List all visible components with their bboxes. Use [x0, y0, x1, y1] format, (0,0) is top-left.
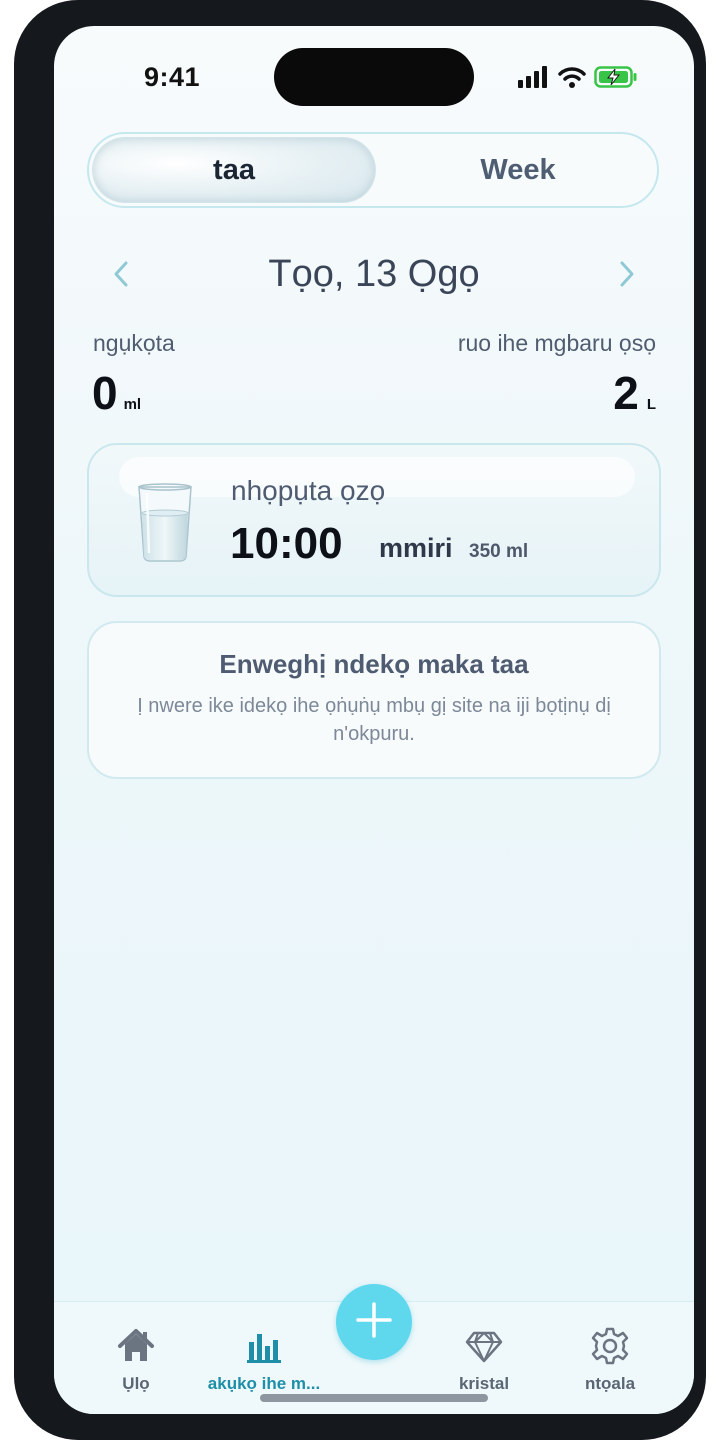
app-screen: 9:41 taa Week Tọọ, 13 Ọgọ ngụkọta ruo ih… [54, 26, 694, 1414]
gear-icon [590, 1326, 630, 1366]
goal-value: 2 L [613, 366, 656, 420]
home-indicator[interactable] [260, 1394, 488, 1402]
total-label: ngụkọta [93, 330, 175, 356]
status-time: 9:41 [144, 62, 201, 92]
empty-state-body: Ị nwere ike idekọ ihe ọṅụṅụ mbụ gị site … [137, 695, 611, 745]
plus-icon [354, 1300, 394, 1345]
empty-state-card: Enweghị ndekọ maka taa Ị nwere ike idekọ… [87, 621, 661, 779]
status-icons [518, 66, 638, 93]
wifi-icon [558, 66, 586, 93]
chevron-right-icon[interactable] [607, 254, 647, 294]
goal-number: 2 [613, 367, 639, 419]
next-drink-amount: 350 ml [469, 541, 529, 562]
bar-chart-icon [244, 1326, 284, 1366]
phone-frame: 9:41 taa Week Tọọ, 13 Ọgọ ngụkọta ruo ih… [14, 0, 706, 1440]
total-unit: ml [123, 396, 142, 413]
tab-home[interactable]: Ụlọ [76, 1326, 196, 1394]
empty-state-title: Enweghị ndekọ maka taa [219, 649, 529, 679]
segment-today[interactable]: taa [93, 138, 375, 202]
tab-settings-label: ntọala [584, 1374, 636, 1393]
water-glass-icon [133, 483, 197, 563]
date-title: Tọọ, 13 Ọgọ [268, 253, 480, 295]
date-navigation: Tọọ, 13 Ọgọ [87, 246, 661, 302]
total-value: 0 ml [92, 366, 141, 420]
tab-crystal-label: kristal [458, 1374, 510, 1393]
home-icon [116, 1326, 156, 1366]
tab-history[interactable]: akụkọ ihe m... [204, 1326, 324, 1394]
battery-charging-icon [594, 66, 638, 93]
signal-icon [518, 66, 550, 93]
next-drink-name: mmiri [379, 533, 453, 563]
total-number: 0 [92, 367, 118, 419]
next-drink-card[interactable]: nhọpụta ọzọ 10:00 mmiri 350 ml [87, 443, 661, 597]
tab-home-label: Ụlọ [122, 1374, 150, 1393]
tab-crystal[interactable]: kristal [424, 1326, 544, 1394]
tab-settings[interactable]: ntọala [550, 1326, 670, 1394]
next-drink-label: nhọpụta ọzọ [231, 475, 386, 506]
segment-week[interactable]: Week [379, 138, 657, 202]
dynamic-island [274, 48, 474, 106]
chevron-left-icon[interactable] [101, 254, 141, 294]
goal-unit: L [646, 396, 656, 413]
add-drink-button[interactable] [336, 1284, 412, 1360]
period-segmented-control: taa Week [87, 132, 659, 208]
diamond-icon [464, 1326, 504, 1366]
next-drink-time: 10:00 [230, 519, 343, 568]
tab-history-label: akụkọ ihe m... [207, 1374, 321, 1393]
goal-label: ruo ihe mgbaru ọsọ [457, 330, 656, 356]
